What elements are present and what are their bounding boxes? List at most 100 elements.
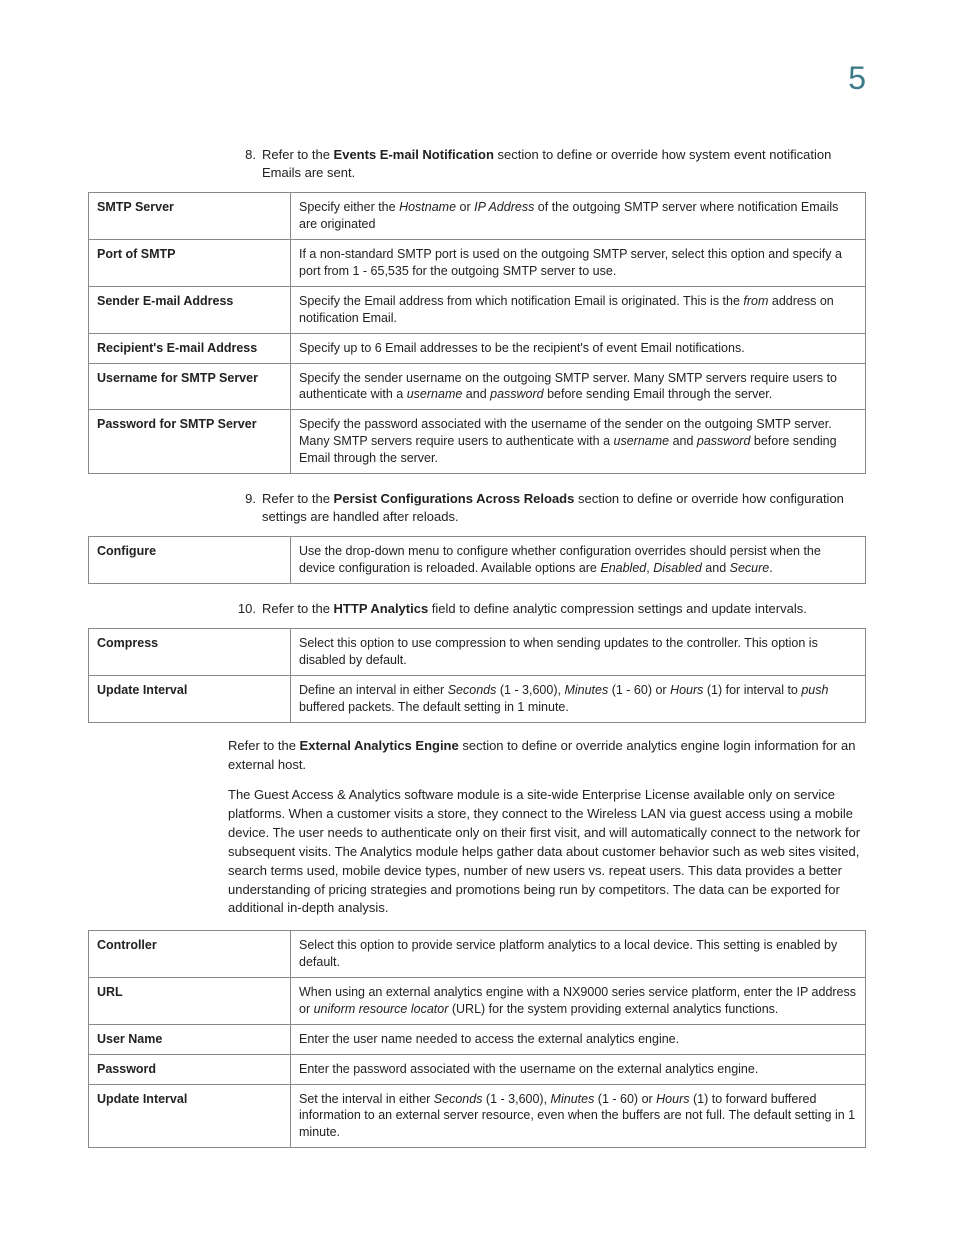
row-label: Update Interval <box>89 675 291 722</box>
text-italic: password <box>490 387 544 401</box>
table-events-email: SMTP Server Specify either the Hostname … <box>88 192 866 474</box>
row-label: Compress <box>89 629 291 676</box>
step-9: 9. Refer to the Persist Configurations A… <box>228 490 866 526</box>
table-http-analytics: Compress Select this option to use compr… <box>88 628 866 723</box>
row-desc: Specify either the Hostname or IP Addres… <box>291 193 866 240</box>
step-number: 8. <box>228 146 262 182</box>
text: buffered packets. The default setting in… <box>299 700 569 714</box>
table-row: User Name Enter the user name needed to … <box>89 1024 866 1054</box>
text: Refer to the <box>262 491 334 506</box>
text-italic: uniform resource locator <box>314 1002 449 1016</box>
chapter-number: 5 <box>848 60 866 97</box>
table-row: Update Interval Set the interval in eith… <box>89 1084 866 1148</box>
row-label: Password <box>89 1054 291 1084</box>
text: Refer to the <box>262 147 334 162</box>
row-label: Sender E-mail Address <box>89 286 291 333</box>
table-row: Recipient's E-mail Address Specify up to… <box>89 333 866 363</box>
text: (1 - 3,600), <box>482 1092 550 1106</box>
text-bold: Persist Configurations Across Reloads <box>334 491 575 506</box>
table-external-analytics: Controller Select this option to provide… <box>88 930 866 1148</box>
row-desc: Enter the user name needed to access the… <box>291 1024 866 1054</box>
text-italic: Seconds <box>434 1092 483 1106</box>
text-italic: password <box>697 434 751 448</box>
text-italic: Seconds <box>448 683 497 697</box>
text-italic: Hours <box>656 1092 689 1106</box>
row-label: Port of SMTP <box>89 240 291 287</box>
table-row: Compress Select this option to use compr… <box>89 629 866 676</box>
row-desc: When using an external analytics engine … <box>291 978 866 1025</box>
table-row: Port of SMTP If a non-standard SMTP port… <box>89 240 866 287</box>
text-bold: Events E-mail Notification <box>334 147 494 162</box>
row-label: Recipient's E-mail Address <box>89 333 291 363</box>
table-row: Update Interval Define an interval in ei… <box>89 675 866 722</box>
row-desc: Specify the password associated with the… <box>291 410 866 474</box>
text: field to define analytic compression set… <box>428 601 807 616</box>
text: and <box>669 434 697 448</box>
text-italic: IP Address <box>474 200 534 214</box>
table-row: Configure Use the drop-down menu to conf… <box>89 537 866 584</box>
text-italic: Hours <box>670 683 703 697</box>
row-label: SMTP Server <box>89 193 291 240</box>
row-label: Controller <box>89 931 291 978</box>
row-label: User Name <box>89 1024 291 1054</box>
row-label: Username for SMTP Server <box>89 363 291 410</box>
text-italic: Disabled <box>653 561 702 575</box>
step-8: 8. Refer to the Events E-mail Notificati… <box>228 146 866 182</box>
row-label: Password for SMTP Server <box>89 410 291 474</box>
text-italic: Minutes <box>564 683 608 697</box>
table-persist-configurations: Configure Use the drop-down menu to conf… <box>88 536 866 584</box>
row-desc: Specify the Email address from which not… <box>291 286 866 333</box>
table-row: Password for SMTP Server Specify the pas… <box>89 410 866 474</box>
text: (1 - 60) or <box>608 683 670 697</box>
text: (1) for interval to <box>703 683 801 697</box>
text-italic: push <box>801 683 828 697</box>
text: Set the interval in either <box>299 1092 434 1106</box>
row-desc: Use the drop-down menu to configure whet… <box>291 537 866 584</box>
text: Define an interval in either <box>299 683 448 697</box>
text-italic: username <box>407 387 463 401</box>
text: and <box>702 561 730 575</box>
text: Refer to the <box>262 601 334 616</box>
text: (1 - 60) or <box>594 1092 656 1106</box>
row-desc: Define an interval in either Seconds (1 … <box>291 675 866 722</box>
step-number: 10. <box>228 600 262 618</box>
text: or <box>456 200 474 214</box>
text-italic: Hostname <box>399 200 456 214</box>
table-row: Username for SMTP Server Specify the sen… <box>89 363 866 410</box>
text: Refer to the <box>228 738 300 753</box>
text-italic: Enabled <box>600 561 646 575</box>
text-bold: External Analytics Engine <box>300 738 459 753</box>
table-row: Sender E-mail Address Specify the Email … <box>89 286 866 333</box>
row-desc: Select this option to use compression to… <box>291 629 866 676</box>
step-number: 9. <box>228 490 262 526</box>
paragraph-guest-access: The Guest Access & Analytics software mo… <box>228 786 866 918</box>
page: 5 8. Refer to the Events E-mail Notifica… <box>0 0 954 1235</box>
step-text: Refer to the Persist Configurations Acro… <box>262 490 866 526</box>
table-row: URL When using an external analytics eng… <box>89 978 866 1025</box>
row-desc: Set the interval in either Seconds (1 - … <box>291 1084 866 1148</box>
row-desc: Select this option to provide service pl… <box>291 931 866 978</box>
text-italic: Minutes <box>551 1092 595 1106</box>
text-bold: HTTP Analytics <box>334 601 429 616</box>
text: (URL) for the system providing external … <box>448 1002 778 1016</box>
step-10: 10. Refer to the HTTP Analytics field to… <box>228 600 866 618</box>
text: and <box>462 387 490 401</box>
row-desc: Specify the sender username on the outgo… <box>291 363 866 410</box>
row-label: URL <box>89 978 291 1025</box>
row-desc: If a non-standard SMTP port is used on t… <box>291 240 866 287</box>
step-text: Refer to the HTTP Analytics field to def… <box>262 600 866 618</box>
text-italic: from <box>743 294 768 308</box>
table-row: SMTP Server Specify either the Hostname … <box>89 193 866 240</box>
text-italic: Secure <box>730 561 770 575</box>
row-label: Configure <box>89 537 291 584</box>
row-desc: Enter the password associated with the u… <box>291 1054 866 1084</box>
step-text: Refer to the Events E-mail Notification … <box>262 146 866 182</box>
table-row: Password Enter the password associated w… <box>89 1054 866 1084</box>
text: (1 - 3,600), <box>496 683 564 697</box>
row-desc: Specify up to 6 Email addresses to be th… <box>291 333 866 363</box>
paragraph-external-analytics: Refer to the External Analytics Engine s… <box>228 737 866 775</box>
row-label: Update Interval <box>89 1084 291 1148</box>
text: . <box>769 561 772 575</box>
text: before sending Email through the server. <box>544 387 773 401</box>
text-italic: username <box>614 434 670 448</box>
